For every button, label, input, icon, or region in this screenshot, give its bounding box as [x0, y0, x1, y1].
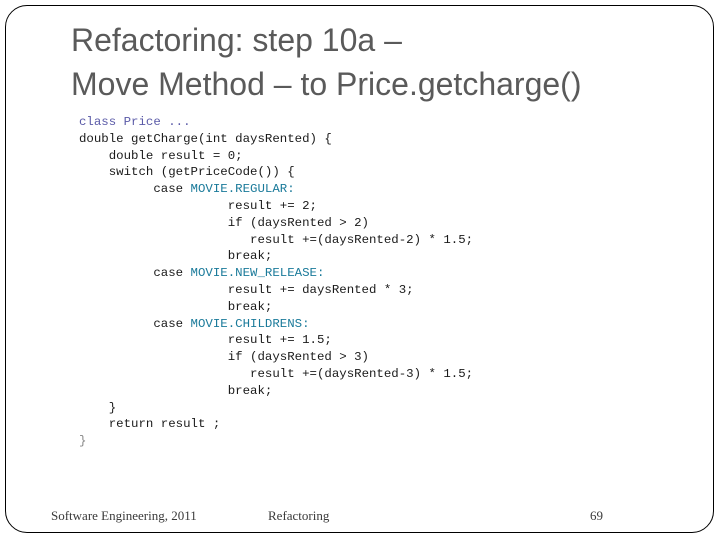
title-line-2: Move Method – to Price.getcharge() — [71, 66, 582, 102]
code-line: if (daysRented > 2) — [79, 215, 473, 232]
code-line: result +=(daysRented-3) * 1.5; — [79, 366, 473, 383]
code-line: class Price ... — [79, 114, 473, 131]
code-line: double result = 0; — [79, 148, 473, 165]
code-text: double result = 0; — [108, 148, 243, 163]
code-text: result += 2; — [227, 198, 317, 213]
code-text: break; — [227, 249, 273, 264]
code-constant: MOVIE.REGULAR: — [190, 182, 295, 197]
code-text: double getCharge(int daysRented) { — [79, 131, 332, 146]
code-class-header: class Price ... — [79, 115, 191, 129]
code-text: case — [153, 316, 191, 331]
code-text: if (daysRented > 2) — [227, 215, 369, 230]
page-number: 69 — [590, 508, 603, 523]
code-line: double getCharge(int daysRented) { — [79, 131, 473, 148]
code-constant: MOVIE.NEW_RELEASE: — [190, 266, 325, 281]
code-text: result +=(daysRented-3) * 1.5; — [250, 366, 474, 381]
code-line: result +=(daysRented-2) * 1.5; — [79, 232, 473, 249]
code-constant: MOVIE.CHILDRENS: — [190, 316, 310, 331]
code-text: } — [108, 400, 117, 415]
code-text: } — [79, 434, 87, 449]
code-line: break; — [79, 248, 473, 265]
code-line: case MOVIE.NEW_RELEASE: — [79, 265, 473, 282]
code-text: return result ; — [108, 417, 221, 432]
code-line: if (daysRented > 3) — [79, 349, 473, 366]
slide-title: Refactoring: step 10a – Move Method – to… — [71, 18, 691, 106]
code-text: if (daysRented > 3) — [227, 350, 369, 365]
footer-course: Software Engineering, 2011 — [51, 508, 197, 523]
code-text: case — [153, 266, 191, 281]
code-text: case — [153, 182, 191, 197]
code-line: return result ; — [79, 416, 473, 433]
code-line: switch (getPriceCode()) { — [79, 164, 473, 181]
code-line: case MOVIE.REGULAR: — [79, 181, 473, 198]
code-line: result += 1.5; — [79, 332, 473, 349]
title-line-1: Refactoring: step 10a – — [71, 22, 402, 58]
code-text: switch (getPriceCode()) { — [108, 165, 295, 180]
code-block: class Price ... double getCharge(int days… — [79, 114, 473, 450]
code-line: } — [79, 400, 473, 417]
code-line: result += daysRented * 3; — [79, 282, 473, 299]
code-text: break; — [227, 383, 273, 398]
code-text: break; — [227, 299, 273, 314]
code-line: result += 2; — [79, 198, 473, 215]
code-text: result +=(daysRented-2) * 1.5; — [250, 232, 474, 247]
footer-topic: Refactoring — [268, 508, 330, 523]
code-line: break; — [79, 383, 473, 400]
code-line: case MOVIE.CHILDRENS: — [79, 316, 473, 333]
code-line: } — [79, 433, 473, 450]
code-text: result += daysRented * 3; — [227, 282, 414, 297]
code-line: break; — [79, 299, 473, 316]
code-text: result += 1.5; — [227, 333, 332, 348]
